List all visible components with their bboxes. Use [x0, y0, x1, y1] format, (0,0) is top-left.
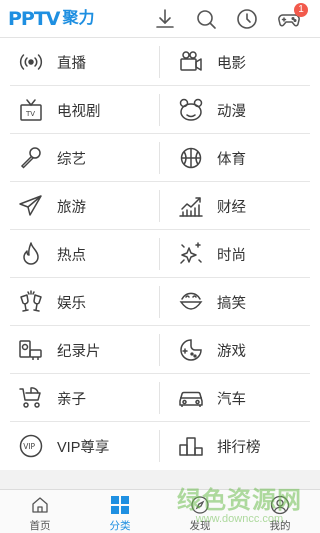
category-live[interactable]: 直播: [0, 38, 160, 86]
cartoon-icon[interactable]: [177, 96, 205, 124]
paper-plane-icon: [17, 192, 45, 220]
category-hot[interactable]: 热点: [0, 230, 160, 278]
category-row: 娱乐 搞笑: [0, 278, 320, 326]
live-icon: [17, 48, 45, 76]
category-row: TV 电视剧 动漫: [0, 86, 320, 134]
category-row: VIP VIP尊享 排行榜: [0, 422, 320, 470]
category-label: 综艺: [57, 151, 86, 168]
column-divider: [159, 190, 160, 222]
category-label[interactable]: 搞笑: [217, 292, 246, 313]
nav-discover[interactable]: 发现: [160, 490, 240, 533]
gamepad-icon[interactable]: [177, 336, 205, 364]
column-divider: [159, 334, 160, 366]
category-variety[interactable]: 综艺: [0, 134, 160, 182]
flame-icon: [17, 240, 45, 268]
category-label[interactable]: 汽车: [217, 388, 246, 409]
tv-icon: TV: [17, 96, 45, 124]
category-entertainment[interactable]: 娱乐: [0, 278, 160, 326]
category-grid-icon: [110, 495, 130, 515]
svg-text:VIP: VIP: [23, 442, 35, 451]
car-icon[interactable]: [177, 384, 205, 412]
category-label: 旅游: [57, 199, 86, 216]
category-label: 电视剧: [57, 103, 101, 120]
nav-label: 首页: [29, 520, 51, 532]
home-icon: [30, 495, 50, 515]
nav-label: 我的: [269, 520, 291, 532]
logo-mark: PPTV: [8, 8, 61, 30]
category-row: 亲子 汽车: [0, 374, 320, 422]
game-icon[interactable]: 1: [277, 3, 308, 31]
svg-text:TV: TV: [25, 110, 35, 118]
category-label: 纪录片: [57, 343, 101, 360]
smile-icon[interactable]: [177, 288, 205, 316]
nav-category[interactable]: 分类: [80, 490, 160, 533]
finance-chart-icon[interactable]: [177, 192, 205, 220]
bottom-navigation: 首页 分类 发现 我的: [0, 489, 320, 533]
category-documentary[interactable]: 纪录片: [0, 326, 160, 374]
category-row: 直播 电影: [0, 38, 320, 86]
category-label[interactable]: 游戏: [217, 340, 246, 361]
category-row: 纪录片 游戏: [0, 326, 320, 374]
category-label[interactable]: 时尚: [217, 244, 246, 265]
ranking-icon[interactable]: [177, 432, 205, 460]
category-row: 热点 时尚: [0, 230, 320, 278]
column-divider: [159, 142, 160, 174]
category-label[interactable]: 财经: [217, 196, 246, 217]
search-icon[interactable]: [194, 7, 218, 31]
category-parenting[interactable]: 亲子: [0, 374, 160, 422]
cheers-icon: [17, 288, 45, 316]
download-icon[interactable]: [153, 7, 177, 31]
movie-camera-icon[interactable]: [177, 48, 205, 76]
microphone-icon: [17, 144, 45, 172]
app-screen: PPTV 聚力 1 直播 电影 TV 电视剧 动漫 综艺 体育 旅游 财经 热点…: [0, 0, 320, 533]
category-vip[interactable]: VIP VIP尊享: [0, 422, 160, 470]
category-row: 旅游 财经: [0, 182, 320, 230]
category-label: VIP尊享: [57, 439, 110, 456]
game-badge: 1: [294, 3, 308, 17]
column-divider: [159, 46, 160, 78]
category-grid: 直播 电影 TV 电视剧 动漫 综艺 体育 旅游 财经 热点 时尚 娱乐 搞笑 …: [0, 38, 320, 470]
ball-icon[interactable]: [177, 144, 205, 172]
category-label[interactable]: 体育: [217, 148, 246, 169]
vip-icon: VIP: [17, 432, 45, 460]
nav-home[interactable]: 首页: [0, 490, 80, 533]
history-icon[interactable]: [235, 7, 259, 31]
column-divider: [159, 94, 160, 126]
category-label: 亲子: [57, 391, 86, 408]
nav-label: 发现: [189, 520, 211, 532]
nav-label: 分类: [109, 520, 131, 532]
column-divider: [159, 238, 160, 270]
stroller-icon: [17, 384, 45, 412]
category-label: 娱乐: [57, 295, 86, 312]
column-divider: [159, 286, 160, 318]
category-label[interactable]: 动漫: [217, 100, 246, 121]
sparkle-icon[interactable]: [177, 240, 205, 268]
category-label: 直播: [57, 55, 86, 72]
documentary-icon: [17, 336, 45, 364]
profile-icon: [270, 495, 290, 515]
category-row: 综艺 体育: [0, 134, 320, 182]
nav-profile[interactable]: 我的: [240, 490, 320, 533]
column-divider: [159, 430, 160, 462]
category-label[interactable]: 电影: [217, 52, 246, 73]
column-divider: [159, 382, 160, 414]
category-travel[interactable]: 旅游: [0, 182, 160, 230]
discover-icon: [190, 495, 210, 515]
pptv-logo: PPTV 聚力: [8, 8, 95, 30]
category-label[interactable]: 排行榜: [217, 436, 261, 457]
category-label: 热点: [57, 247, 86, 264]
top-bar: PPTV 聚力 1: [0, 0, 320, 38]
logo-text: 聚力: [62, 10, 95, 27]
category-tv-series[interactable]: TV 电视剧: [0, 86, 160, 134]
